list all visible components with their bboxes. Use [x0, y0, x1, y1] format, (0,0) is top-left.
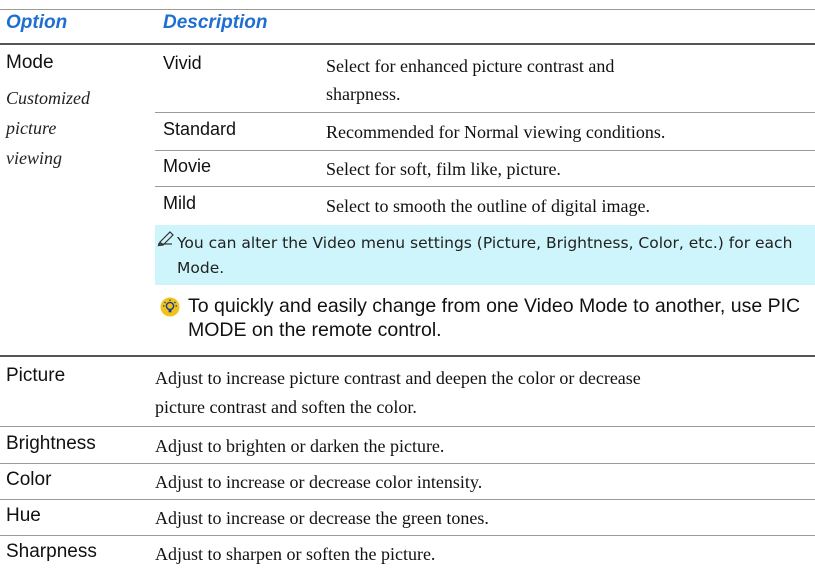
submode-vivid: Vivid: [163, 53, 202, 73]
row-divider: [155, 186, 815, 187]
pencil-note-icon: [157, 229, 175, 247]
mode-subtitle-line-3: viewing: [6, 148, 62, 168]
submode-movie: Movie: [163, 156, 212, 176]
option-sharpness: Sharpness: [6, 541, 97, 562]
row-divider: [155, 112, 815, 113]
hue-desc: Adjust to increase or decrease the green…: [155, 508, 489, 528]
tip-text: To quickly and easily change from one Vi…: [188, 295, 801, 341]
submode-movie-desc: Select for soft, film like, picture.: [326, 159, 561, 179]
option-color: Color: [6, 469, 52, 490]
sharpness-desc: Adjust to sharpen or soften the picture.: [155, 544, 436, 564]
submode-standard-desc: Recommended for Normal viewing condition…: [326, 122, 666, 142]
mode-subtitle-line-2: picture: [6, 118, 57, 138]
submode-vivid-desc-1: Select for enhanced picture contrast and: [326, 56, 615, 76]
header-rule: [0, 43, 815, 45]
header-option: Option: [6, 12, 68, 33]
top-rule: [0, 9, 815, 10]
note-box: You can alter the Video menu settings (P…: [155, 225, 815, 285]
option-picture: Picture: [6, 365, 66, 386]
color-desc: Adjust to increase or decrease color int…: [155, 472, 483, 492]
mode-subtitle-line-1: Customized: [6, 88, 91, 108]
submode-standard: Standard: [163, 119, 237, 139]
note-text: You can alter the Video menu settings (P…: [177, 234, 793, 277]
row-divider: [0, 426, 815, 427]
row-divider: [155, 150, 815, 151]
section-rule: [0, 355, 815, 357]
option-mode: Mode: [6, 52, 54, 73]
submode-vivid-desc-2: sharpness.: [326, 84, 401, 104]
submode-mild-desc: Select to smooth the outline of digital …: [326, 196, 650, 216]
picture-desc-2: picture contrast and soften the color.: [155, 397, 417, 417]
option-brightness: Brightness: [6, 433, 96, 454]
row-divider: [0, 463, 815, 464]
option-hue: Hue: [6, 505, 41, 526]
picture-desc-1: Adjust to increase picture contrast and …: [155, 368, 641, 388]
header-description: Description: [163, 12, 268, 33]
submode-mild: Mild: [163, 193, 197, 213]
lightbulb-tip-icon: [160, 297, 180, 317]
row-divider: [0, 499, 815, 500]
brightness-desc: Adjust to brighten or darken the picture…: [155, 436, 445, 456]
row-divider: [0, 535, 815, 536]
